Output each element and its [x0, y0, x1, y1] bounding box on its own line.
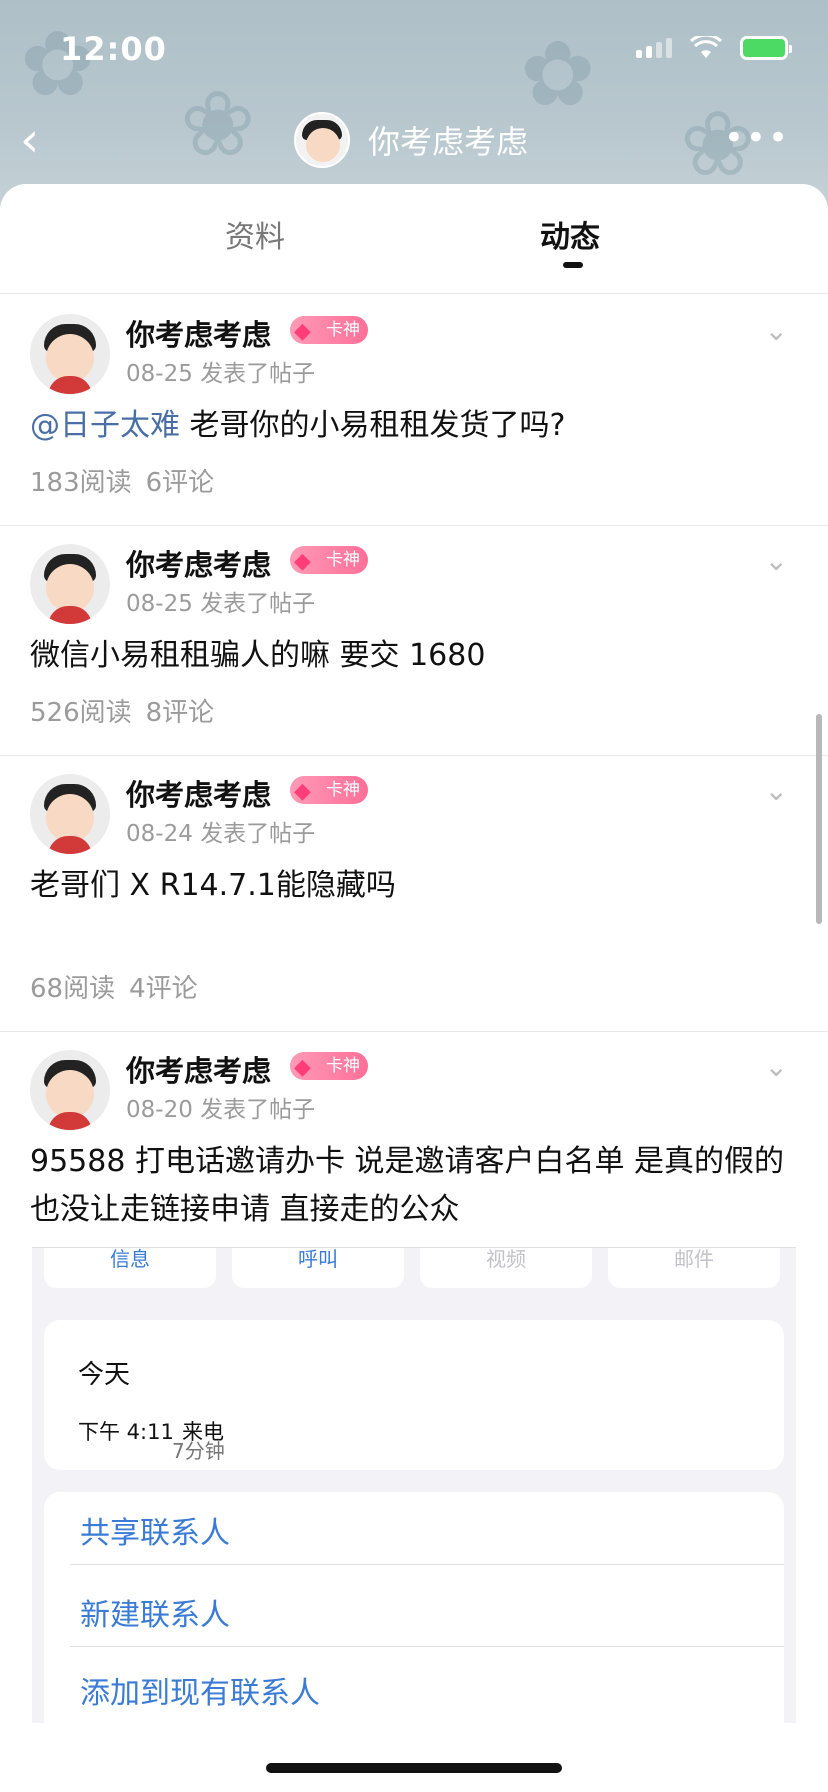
diamond-icon: ◆ — [294, 779, 311, 804]
tab-profile[interactable]: 资料 — [225, 212, 285, 256]
nav-bar: ‹ 你考虑考虑 ••• — [0, 100, 828, 180]
post-stats: 526阅读 8评论 — [30, 692, 228, 729]
post-text[interactable]: 95588 打电话邀请办卡 说是邀请客户白名单 是真的假的 也没让走链接申请 直… — [30, 1138, 798, 1234]
badge-label: 卡神 — [326, 1056, 360, 1076]
more-options-icon[interactable]: ••• — [724, 118, 790, 158]
chevron-down-icon[interactable]: ⌄ — [765, 774, 788, 807]
read-count: 183阅读 — [30, 468, 132, 498]
author-name[interactable]: 你考虑考虑 — [126, 542, 271, 584]
post-date: 08-20 — [126, 1097, 193, 1123]
image-video-button: 视频 — [420, 1248, 592, 1288]
home-indicator[interactable] — [266, 1763, 562, 1773]
post-body: 老哥你的小易租租发货了吗? — [180, 408, 566, 443]
post-stats: 68阅读 4评论 — [30, 968, 212, 1005]
post-meta: 08-24 发表了帖子 — [126, 814, 315, 848]
post-date: 08-25 — [126, 591, 193, 617]
image-share-contact: 共享联系人 — [80, 1516, 230, 1551]
tab-activity[interactable]: 动态 — [540, 212, 600, 256]
read-count: 68阅读 — [30, 974, 116, 1004]
comment-count[interactable]: 4评论 — [129, 974, 198, 1004]
cellular-signal-icon — [636, 38, 672, 58]
post-action: 发表了帖子 — [200, 591, 316, 617]
image-call-day: 今天 — [78, 1360, 131, 1390]
image-call-duration: 7分钟 — [172, 1439, 225, 1463]
diamond-icon: ◆ — [294, 319, 311, 344]
avatar[interactable] — [30, 1050, 110, 1130]
image-contact-actions: 共享联系人 新建联系人 添加到现有联系人 — [44, 1492, 784, 1723]
post-date: 08-25 — [126, 361, 193, 387]
post-image[interactable]: 信息 呼叫 视频 邮件 今天 下午 4:11 来电 7分钟 共享联系人 新建联系… — [32, 1247, 796, 1723]
avatar[interactable] — [30, 314, 110, 394]
post-text[interactable]: 微信小易租租骗人的嘛 要交 1680 — [30, 632, 798, 680]
rank-badge: ◆ 卡神 — [290, 776, 368, 804]
image-call-button: 呼叫 — [232, 1248, 404, 1288]
post-action: 发表了帖子 — [200, 361, 316, 387]
diamond-icon: ◆ — [294, 549, 311, 574]
divider — [70, 1646, 784, 1647]
image-new-contact: 新建联系人 — [80, 1598, 230, 1633]
image-add-existing-contact: 添加到现有联系人 — [80, 1676, 320, 1711]
author-name[interactable]: 你考虑考虑 — [126, 772, 271, 814]
tab-bar: 资料 动态 — [0, 184, 828, 294]
diamond-icon: ◆ — [294, 1055, 311, 1080]
scrollbar[interactable] — [816, 714, 822, 924]
status-bar: 12:00 — [0, 0, 828, 100]
read-count: 526阅读 — [30, 698, 132, 728]
post-action: 发表了帖子 — [200, 1097, 316, 1123]
wifi-icon — [690, 36, 722, 58]
post-text[interactable]: @日子太难 老哥你的小易租租发货了吗? — [30, 402, 798, 450]
battery-charging-icon — [740, 36, 792, 60]
comment-count[interactable]: 8评论 — [146, 698, 215, 728]
chevron-down-icon[interactable]: ⌄ — [765, 1050, 788, 1083]
post-date: 08-24 — [126, 821, 193, 847]
chevron-down-icon[interactable]: ⌄ — [765, 544, 788, 577]
avatar[interactable] — [30, 774, 110, 854]
image-message-button: 信息 — [44, 1248, 216, 1288]
divider — [70, 1564, 784, 1565]
post-meta: 08-25 发表了帖子 — [126, 584, 315, 618]
rank-badge: ◆ 卡神 — [290, 316, 368, 344]
badge-label: 卡神 — [326, 320, 360, 340]
post-meta: 08-20 发表了帖子 — [126, 1090, 315, 1124]
image-mail-button: 邮件 — [608, 1248, 780, 1288]
chevron-down-icon[interactable]: ⌄ — [765, 314, 788, 347]
post-card[interactable]: 你考虑考虑 ◆ 卡神 08-25 发表了帖子 ⌄ @日子太难 老哥你的小易租租发货… — [0, 296, 828, 526]
image-call-time: 下午 4:11 — [78, 1420, 174, 1444]
mention-link[interactable]: @日子太难 — [30, 408, 180, 443]
badge-label: 卡神 — [326, 780, 360, 800]
status-time: 12:00 — [60, 30, 167, 68]
rank-badge: ◆ 卡神 — [290, 1052, 368, 1080]
comment-count[interactable]: 6评论 — [146, 468, 215, 498]
avatar[interactable] — [30, 544, 110, 624]
rank-badge: ◆ 卡神 — [290, 546, 368, 574]
author-name[interactable]: 你考虑考虑 — [126, 1048, 271, 1090]
page-title: 你考虑考虑 — [368, 123, 529, 161]
active-tab-indicator — [563, 262, 583, 268]
post-stats: 183阅读 6评论 — [30, 462, 228, 499]
post-meta: 08-25 发表了帖子 — [126, 354, 315, 388]
back-chevron-icon[interactable]: ‹ — [20, 116, 39, 164]
post-text[interactable]: 老哥们 X R14.7.1能隐藏吗 — [30, 862, 798, 910]
badge-label: 卡神 — [326, 550, 360, 570]
post-card[interactable]: 你考虑考虑 ◆ 卡神 08-25 发表了帖子 ⌄ 微信小易租租骗人的嘛 要交 16… — [0, 526, 828, 756]
post-card[interactable]: 你考虑考虑 ◆ 卡神 08-24 发表了帖子 ⌄ 老哥们 X R14.7.1能隐藏… — [0, 756, 828, 1032]
image-call-record: 今天 下午 4:11 来电 — [44, 1320, 784, 1470]
avatar[interactable] — [294, 112, 350, 168]
author-name[interactable]: 你考虑考虑 — [126, 312, 271, 354]
post-action: 发表了帖子 — [200, 821, 316, 847]
